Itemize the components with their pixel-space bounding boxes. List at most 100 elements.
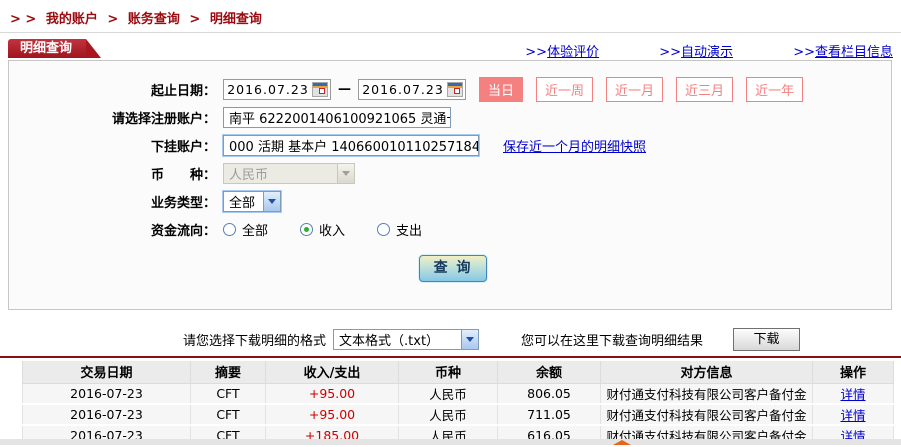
radio-icon[interactable] [377, 222, 391, 236]
date-to-value: 2016.07.23 [362, 81, 444, 97]
registered-account-value: 南平 6222001406100921065 灵通卡 [229, 111, 451, 127]
link-arrow-prefix: >> [525, 45, 548, 60]
col-header-balance: 余额 [497, 361, 601, 384]
cell-balance: 711.05 [497, 403, 601, 426]
transaction-table: 交易日期 摘要 收入/支出 币种 余额 对方信息 操作 2016-07-23 C… [22, 361, 894, 447]
flow-option-all-label: 全部 [242, 223, 269, 239]
page-bottom-strip [0, 439, 901, 445]
download-row: 请您选择下载明细的格式 文本格式（.txt） 您可以在这里下载查询明细结果 下载 [0, 327, 901, 351]
sub-account-label: 下挂账户： [150, 139, 216, 155]
sub-account-select[interactable]: 000 活期 基本户 1406600101102571848 [223, 134, 479, 156]
date-to-input[interactable]: 2016.07.23 [358, 78, 466, 100]
link-label: 自动演示 [681, 45, 734, 60]
sub-account-row: 下挂账户： 000 活期 基本户 1406600101102571848 保存近… [9, 134, 891, 156]
view-column-info-link[interactable]: >>查看栏目信息 [793, 45, 893, 60]
date-from-input[interactable]: 2016.07.23 [223, 78, 331, 100]
cell-currency: 人民币 [398, 403, 498, 426]
cell-summary: CFT [190, 403, 266, 426]
chevron-down-icon [263, 191, 280, 211]
download-hint: 您可以在这里下载查询明细结果 [521, 333, 704, 349]
experience-review-link[interactable]: >>体验评价 [525, 45, 599, 60]
biz-type-value: 全部 [229, 195, 256, 211]
cell-amount: +95.00 [265, 383, 399, 405]
auto-demo-link[interactable]: >>自动演示 [659, 45, 733, 60]
sub-account-value: 000 活期 基本户 1406600101102571848 [229, 139, 479, 155]
link-arrow-prefix: >> [793, 45, 815, 60]
currency-row: 币 种： 人民币 [9, 162, 891, 184]
quick-range-month-button[interactable]: 近一月 [606, 76, 664, 102]
biz-type-select[interactable]: 全部 [223, 190, 281, 212]
quick-range-today-button[interactable]: 当日 [479, 76, 524, 102]
breadcrumb: > > 我的账户 > 账务查询 > 明细查询 [10, 8, 267, 27]
breadcrumb-prefix: > > [10, 12, 37, 27]
chevron-down-icon [337, 163, 354, 183]
date-separator: — [338, 81, 351, 97]
table-row: 2016-07-23 CFT +95.00 人民币 711.05 财付通支付科技… [22, 403, 894, 426]
download-format-select[interactable]: 文本格式（.txt） [333, 328, 480, 350]
flow-label: 资金流向： [150, 223, 216, 239]
flow-row: 资金流向： 全部 收入 支出 [9, 218, 891, 240]
flow-option-all[interactable]: 全部 [223, 220, 268, 239]
biz-type-row: 业务类型： 全部 [9, 190, 891, 212]
detail-link[interactable]: 详情 [840, 408, 865, 423]
breadcrumb-item-my-account[interactable]: 我的账户 [46, 12, 98, 27]
breadcrumb-separator: > [189, 12, 201, 27]
download-format-value: 文本格式（.txt） [339, 333, 440, 349]
link-label: 体验评价 [547, 45, 600, 60]
date-range-label: 起止日期： [150, 83, 216, 99]
col-header-amount: 收入/支出 [265, 361, 399, 384]
flow-option-expense-label: 支出 [396, 223, 423, 239]
biz-type-label: 业务类型： [150, 195, 216, 211]
registered-account-row: 请选择注册账户： 南平 6222001406100921065 灵通卡 [9, 106, 891, 128]
col-header-summary: 摘要 [190, 361, 266, 384]
registered-account-label: 请选择注册账户： [111, 111, 216, 127]
cell-balance: 806.05 [497, 383, 601, 405]
query-button[interactable]: 查 询 [419, 255, 487, 282]
quick-range-week-button[interactable]: 近一周 [536, 76, 594, 102]
flow-option-income-label: 收入 [319, 223, 346, 239]
table-header-row: 交易日期 摘要 收入/支出 币种 余额 对方信息 操作 [22, 361, 894, 384]
currency-select: 人民币 [223, 162, 355, 184]
radio-icon[interactable] [223, 222, 236, 236]
divider [0, 32, 901, 33]
download-button[interactable]: 下载 [733, 327, 801, 351]
flow-option-income[interactable]: 收入 [300, 220, 345, 239]
date-from-value: 2016.07.23 [227, 81, 309, 97]
cell-counterparty: 财付通支付科技有限公司客户备付金 [600, 383, 813, 405]
top-links: >>体验评价 >>自动演示 >>查看栏目信息 [469, 41, 893, 60]
query-form-panel: 起止日期： 2016.07.23 — 2016.07.23 当日 近一周 近一月… [8, 60, 892, 310]
chevron-down-icon [461, 329, 479, 349]
section-divider [0, 356, 901, 358]
cell-counterparty: 财付通支付科技有限公司客户备付金 [600, 403, 813, 426]
col-header-date: 交易日期 [22, 361, 191, 384]
detail-link[interactable]: 详情 [840, 387, 865, 402]
currency-label: 币 种： [150, 167, 216, 183]
download-format-label: 请您选择下载明细的格式 [183, 333, 327, 349]
cell-amount: +95.00 [265, 403, 399, 426]
cell-date: 2016-07-23 [22, 403, 191, 426]
radio-checked-icon[interactable] [300, 222, 314, 236]
flow-option-expense[interactable]: 支出 [377, 220, 422, 239]
col-header-action: 操作 [812, 361, 894, 384]
link-label: 查看栏目信息 [814, 45, 893, 60]
breadcrumb-item-account-query[interactable]: 账务查询 [128, 12, 180, 27]
link-arrow-prefix: >> [659, 45, 682, 60]
calendar-icon[interactable] [447, 81, 463, 97]
cell-currency: 人民币 [398, 383, 498, 405]
breadcrumb-separator: > [107, 12, 119, 27]
breadcrumb-item-detail-query[interactable]: 明细查询 [210, 12, 262, 27]
floating-widget-icon [613, 440, 631, 445]
table-row: 2016-07-23 CFT +95.00 人民币 806.05 财付通支付科技… [22, 383, 894, 405]
date-range-row: 起止日期： 2016.07.23 — 2016.07.23 当日 近一周 近一月… [9, 76, 891, 102]
save-snapshot-link[interactable]: 保存近一个月的明细快照 [503, 136, 646, 155]
cell-date: 2016-07-23 [22, 383, 191, 405]
registered-account-select[interactable]: 南平 6222001406100921065 灵通卡 [223, 106, 451, 128]
tab-detail-query[interactable]: 明细查询 [8, 39, 102, 58]
cell-summary: CFT [190, 383, 266, 405]
col-header-counterparty: 对方信息 [600, 361, 813, 384]
calendar-icon[interactable] [312, 81, 328, 97]
quick-range-3months-button[interactable]: 近三月 [676, 76, 734, 102]
col-header-currency: 币种 [398, 361, 498, 384]
currency-value: 人民币 [229, 167, 269, 183]
quick-range-year-button[interactable]: 近一年 [746, 76, 804, 102]
